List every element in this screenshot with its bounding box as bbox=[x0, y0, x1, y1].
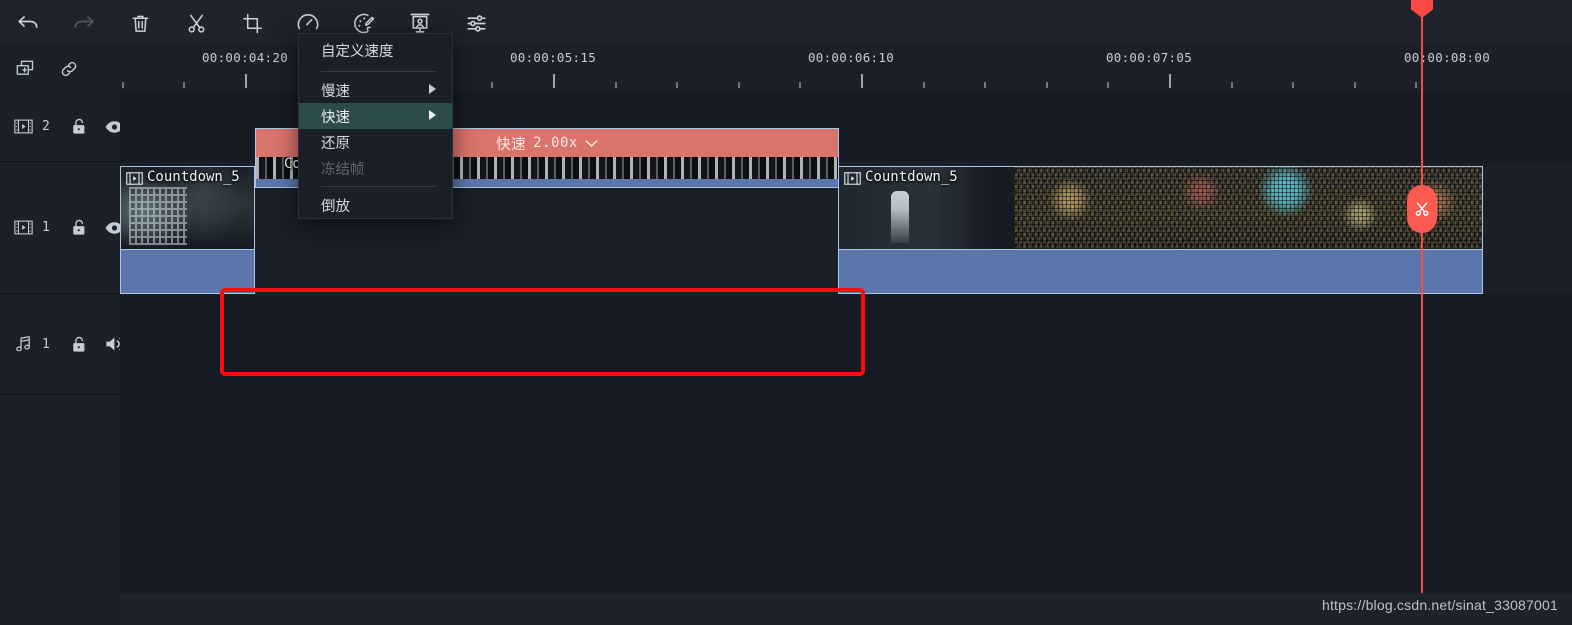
caret-right-icon bbox=[429, 109, 436, 123]
track-number: 1 bbox=[42, 336, 50, 352]
track-header-video-1[interactable]: 1 bbox=[0, 162, 124, 294]
video-track-icon bbox=[10, 215, 36, 241]
watermark-text: https://blog.csdn.net/sinat_33087001 bbox=[1321, 597, 1558, 613]
ruler-tick-minor bbox=[1045, 82, 1048, 88]
speed-context-menu[interactable]: 自定义速度慢速快速还原冻结帧倒放 bbox=[298, 33, 453, 219]
ruler-time-label: 00:00:07:05 bbox=[1105, 50, 1193, 65]
adjust-button[interactable] bbox=[448, 0, 504, 46]
link-icon[interactable] bbox=[54, 54, 84, 84]
menu-separator bbox=[321, 71, 436, 72]
unlock-icon[interactable] bbox=[66, 114, 92, 140]
editor-toolbar bbox=[0, 0, 1572, 47]
menu-item-label: 自定义速度 bbox=[321, 43, 394, 60]
ruler-tick-minor bbox=[984, 82, 987, 88]
menu-item-3[interactable]: 快速 bbox=[299, 103, 452, 129]
redo-button[interactable] bbox=[56, 0, 112, 46]
caret-right-icon bbox=[429, 83, 436, 97]
menu-item-label: 还原 bbox=[321, 135, 350, 152]
ruler-tick-major bbox=[245, 74, 247, 88]
unlock-icon[interactable] bbox=[66, 215, 92, 241]
ruler-tick-major bbox=[1169, 74, 1171, 88]
ruler-tick-minor bbox=[614, 82, 617, 88]
lane-empty[interactable] bbox=[120, 395, 1572, 625]
track-number: 2 bbox=[42, 119, 50, 134]
video-track-icon bbox=[10, 114, 36, 140]
track-header-video-2[interactable]: 2 bbox=[0, 92, 124, 162]
menu-item-2[interactable]: 慢速 bbox=[299, 77, 452, 103]
video-editor-timeline: 00:00:04:20 00:00:05:15 00:00:06:10 00:00:0… bbox=[0, 0, 1572, 625]
ruler-tick-minor bbox=[183, 82, 186, 88]
menu-item-5: 冻结帧 bbox=[299, 155, 452, 181]
lane-audio-1[interactable] bbox=[120, 294, 1572, 396]
menu-item-0[interactable]: 自定义速度 bbox=[299, 34, 452, 66]
ruler-tick-minor bbox=[1353, 82, 1356, 88]
speed-mode-label: 快速 bbox=[496, 136, 527, 153]
timeline-body: 2 1 1 Countdown_5 Countdown_5 快速 2.00x bbox=[0, 92, 1572, 625]
music-note-icon bbox=[10, 331, 36, 357]
track-headers: 2 1 1 bbox=[0, 92, 124, 625]
crop-button[interactable] bbox=[224, 0, 280, 46]
ruler-tick-major bbox=[861, 74, 863, 88]
ruler-tick-minor bbox=[922, 82, 925, 88]
ruler-tick-minor bbox=[737, 82, 740, 88]
add-track-icon[interactable] bbox=[10, 54, 40, 84]
menu-item-label: 倒放 bbox=[321, 198, 350, 215]
speed-value-label: 2.00x bbox=[533, 135, 578, 151]
ruler-tick-minor bbox=[676, 82, 679, 88]
timeline-clip-countdown-a[interactable]: Countdown_5 bbox=[120, 166, 255, 294]
undo-button[interactable] bbox=[0, 0, 56, 46]
ruler-tick-minor bbox=[799, 82, 802, 88]
menu-separator bbox=[321, 186, 436, 187]
menu-item-label: 快速 bbox=[321, 109, 350, 126]
track-number: 1 bbox=[42, 220, 50, 235]
ruler-tick-minor bbox=[1415, 82, 1418, 88]
unlock-icon[interactable] bbox=[66, 331, 92, 357]
delete-button[interactable] bbox=[112, 0, 168, 46]
playhead-split-button[interactable] bbox=[1407, 185, 1437, 233]
ruler-tick-major bbox=[553, 74, 555, 88]
menu-item-4[interactable]: 还原 bbox=[299, 129, 452, 155]
ruler-tick-minor bbox=[491, 82, 494, 88]
menu-item-7[interactable]: 倒放 bbox=[299, 192, 452, 218]
ruler-tick-minor bbox=[1292, 82, 1295, 88]
timeline-clip-countdown-b[interactable]: Countdown_5 bbox=[838, 166, 1483, 294]
track-tools bbox=[0, 46, 120, 92]
menu-item-label: 冻结帧 bbox=[321, 161, 365, 178]
ruler-tick-minor bbox=[121, 82, 124, 88]
ruler-time-label: 00:00:06:10 bbox=[807, 50, 895, 65]
ruler-time-label: 00:00:08:00 bbox=[1403, 50, 1491, 65]
ruler-tick-minor bbox=[1107, 82, 1110, 88]
ruler-time-label: 00:00:05:15 bbox=[509, 50, 597, 65]
split-button[interactable] bbox=[168, 0, 224, 46]
ruler-time-label: 00:00:04:20 bbox=[201, 50, 289, 65]
ruler-tick-minor bbox=[1230, 82, 1233, 88]
timeline-ruler-row: 00:00:04:20 00:00:05:15 00:00:06:10 00:00:0… bbox=[0, 46, 1572, 93]
chevron-down-icon[interactable] bbox=[585, 139, 598, 148]
track-header-audio-1[interactable]: 1 bbox=[0, 294, 124, 395]
menu-item-label: 慢速 bbox=[321, 83, 350, 100]
